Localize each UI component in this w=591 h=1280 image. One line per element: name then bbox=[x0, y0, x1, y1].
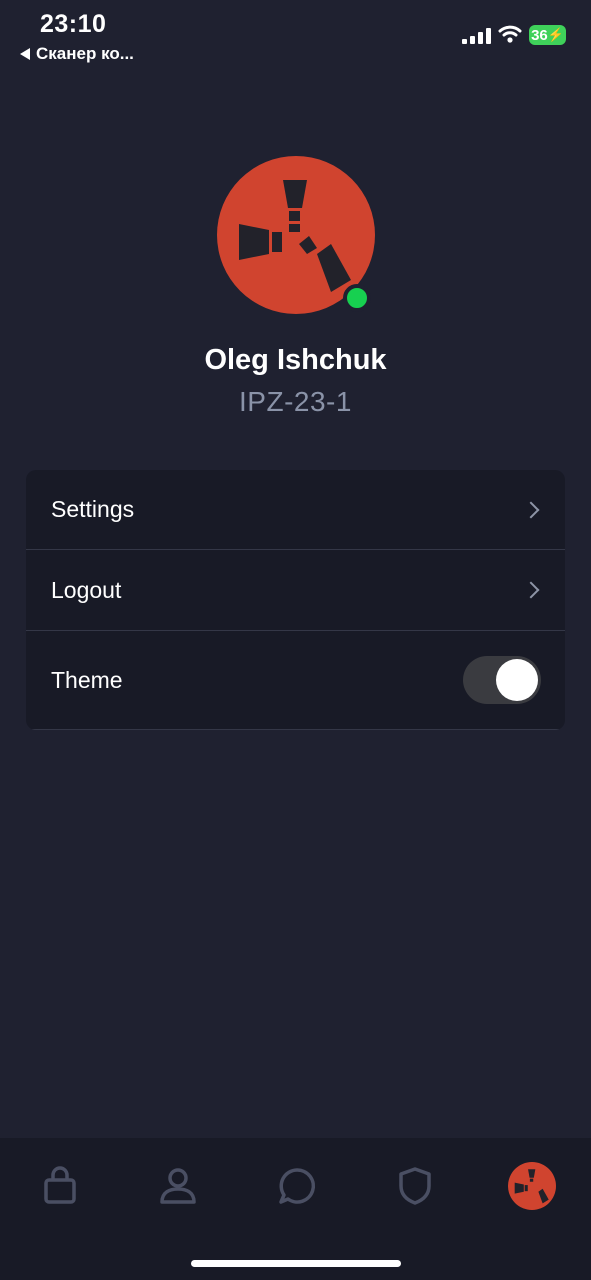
tab-account[interactable] bbox=[502, 1160, 562, 1212]
online-status-dot bbox=[343, 284, 371, 312]
menu-item-label: Theme bbox=[51, 666, 123, 693]
back-arrow-icon bbox=[20, 48, 30, 60]
shield-icon bbox=[399, 1167, 431, 1205]
chevron-right-icon bbox=[522, 581, 540, 599]
profile-group: IPZ-23-1 bbox=[239, 386, 352, 417]
battery-indicator: 36 ⚡ bbox=[529, 25, 566, 45]
status-time: 23:10 bbox=[40, 10, 107, 38]
menu-item-label: Logout bbox=[51, 576, 122, 603]
profile-name: Oleg Ishchuk bbox=[204, 344, 387, 376]
tab-profile[interactable] bbox=[148, 1160, 208, 1212]
toggle-knob bbox=[496, 659, 538, 701]
menu-item-theme: Theme bbox=[26, 631, 565, 730]
theme-toggle[interactable] bbox=[463, 656, 541, 704]
menu-item-settings[interactable]: Settings bbox=[26, 470, 565, 550]
tab-security[interactable] bbox=[385, 1160, 445, 1212]
chevron-right-icon bbox=[522, 501, 540, 518]
charging-bolt-icon: ⚡ bbox=[547, 27, 564, 42]
shopping-bag-icon bbox=[44, 1166, 76, 1204]
home-indicator[interactable] bbox=[191, 1260, 401, 1267]
tab-bar bbox=[0, 1138, 591, 1280]
status-bar: 23:10 Сканер ко... 36 ⚡ bbox=[0, 0, 591, 70]
tab-chat[interactable] bbox=[267, 1160, 327, 1212]
menu-item-label: Settings bbox=[51, 496, 135, 522]
wifi-icon bbox=[498, 25, 522, 43]
back-app-label: Сканер ко... bbox=[36, 44, 134, 63]
tab-shop[interactable] bbox=[30, 1160, 90, 1212]
user-icon bbox=[160, 1168, 196, 1204]
battery-level: 36 bbox=[531, 26, 548, 44]
cellular-signal-icon bbox=[462, 28, 491, 44]
profile-avatar-icon bbox=[508, 1162, 556, 1210]
back-to-app-link[interactable]: Сканер ко... bbox=[20, 44, 134, 64]
settings-menu: Settings Logout Theme bbox=[26, 470, 565, 730]
chat-bubble-icon bbox=[279, 1168, 316, 1204]
menu-item-logout[interactable]: Logout bbox=[26, 550, 565, 631]
